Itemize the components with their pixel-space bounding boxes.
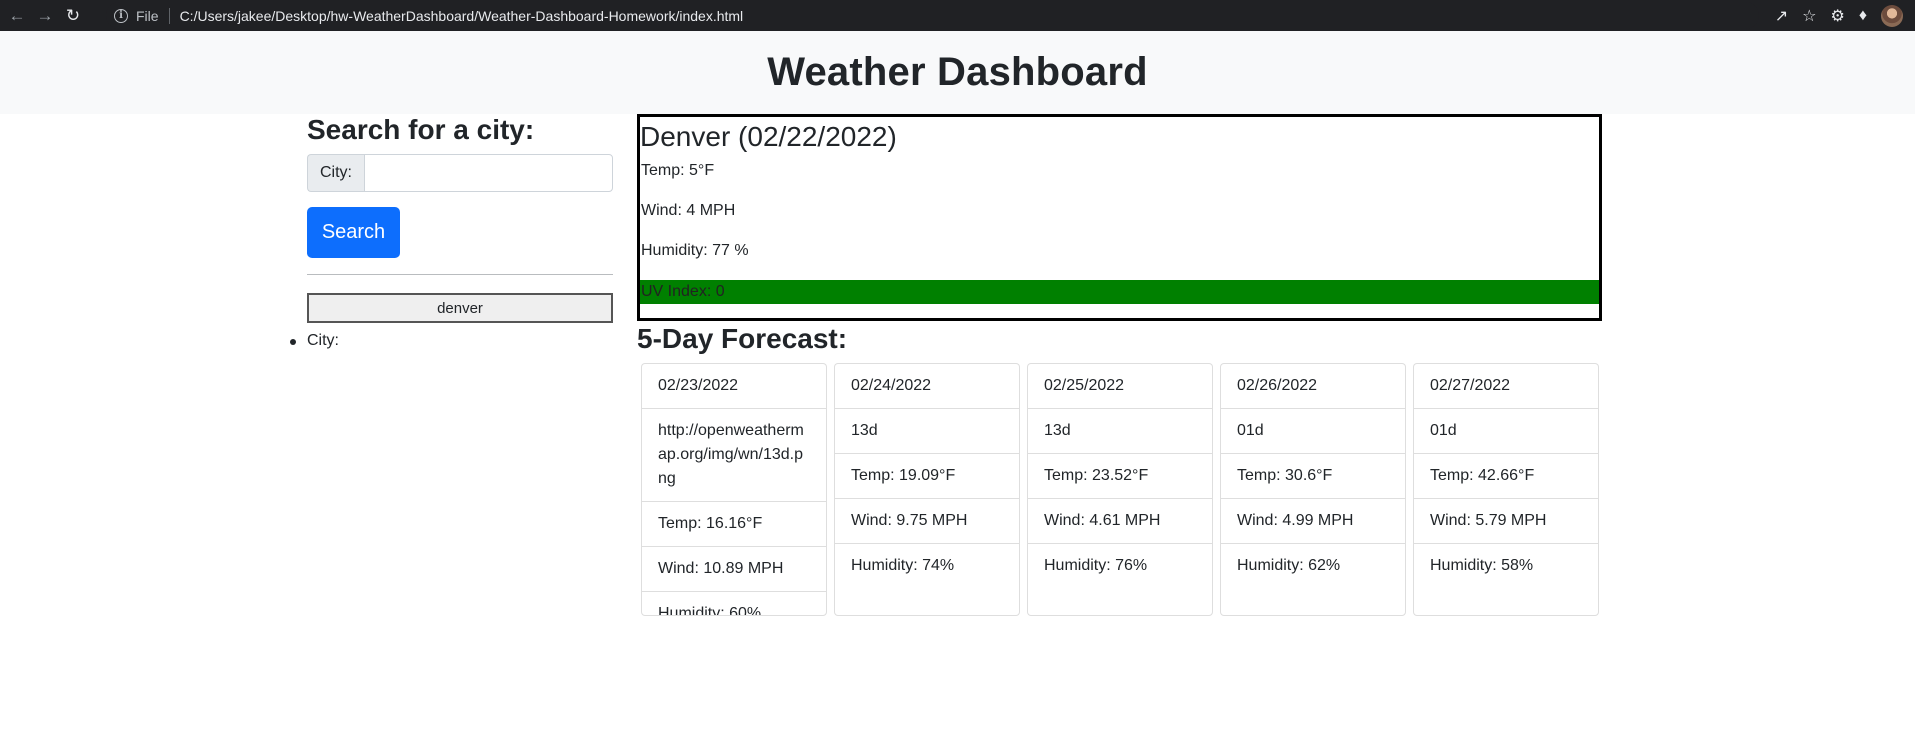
forward-icon[interactable]: → (34, 5, 56, 27)
city-search-input[interactable] (364, 154, 613, 192)
forecast-date: 02/25/2022 (1028, 364, 1212, 409)
forecast-card: 02/23/2022 http://openweathermap.org/img… (641, 363, 827, 616)
forecast-card: 02/27/2022 01d Temp: 42.66°F Wind: 5.79 … (1413, 363, 1599, 616)
forecast-humidity: Humidity: 58% (1430, 557, 1534, 574)
forecast-date: 02/26/2022 (1221, 364, 1405, 409)
forecast-date: 02/23/2022 (642, 364, 826, 409)
profile-avatar[interactable] (1881, 4, 1903, 27)
forecast-humidity: Humidity: 62% (1237, 557, 1341, 574)
forecast-temp: Temp: 23.52°F (1028, 454, 1212, 499)
forecast-card: 02/25/2022 13d Temp: 23.52°F Wind: 4.61 … (1027, 363, 1213, 616)
search-heading: Search for a city: (307, 114, 535, 145)
forecast-date: 02/27/2022 (1414, 364, 1598, 409)
forecast-humidity: Humidity: 76% (1044, 557, 1148, 574)
forecast-heading: 5-Day Forecast: (637, 323, 848, 354)
forecast-icon-text: 13d (835, 409, 1019, 454)
bookmark-star-icon[interactable]: ☆ (1802, 6, 1816, 26)
forecast-wind: Wind: 9.75 MPH (835, 499, 1019, 544)
info-icon[interactable]: i (114, 8, 128, 23)
search-panel: Search for a city: City: Search denver (307, 114, 613, 323)
share-icon[interactable]: ↗ (1775, 6, 1788, 26)
forecast-icon-text: 13d (1028, 409, 1212, 454)
forecast-icon-text: 01d (1414, 409, 1598, 454)
city-list: City: (290, 332, 339, 350)
city-input-label: City: (307, 154, 364, 192)
reload-icon[interactable]: ↻ (62, 5, 84, 27)
address-separator (168, 7, 170, 24)
forecast-temp: Temp: 19.09°F (835, 454, 1019, 499)
browser-actions: ↗ ☆ ⚙ ♦ (1775, 3, 1903, 28)
history-city-button[interactable]: denver (307, 293, 613, 323)
forecast-wind: Wind: 4.61 MPH (1028, 499, 1212, 544)
url-text[interactable]: C:/Users/jakee/Desktop/hw-WeatherDashboa… (180, 8, 744, 24)
forecast-card: 02/26/2022 01d Temp: 30.6°F Wind: 4.99 M… (1220, 363, 1406, 616)
forecast-card: 02/24/2022 13d Temp: 19.09°F Wind: 9.75 … (834, 363, 1020, 616)
extensions-puzzle-icon[interactable]: ♦ (1859, 7, 1867, 25)
list-item: City: (290, 332, 339, 349)
forecast-wind: Wind: 4.99 MPH (1221, 499, 1405, 544)
forecast-temp: Temp: 42.66°F (1414, 454, 1598, 499)
current-wind: Wind: 4 MPH (641, 202, 736, 219)
city-input-group: City: (307, 154, 613, 192)
forecast-humidity: Humidity: 60% (658, 605, 762, 616)
current-humidity: Humidity: 77 % (641, 242, 749, 259)
forecast-wind: Wind: 10.89 MPH (642, 547, 826, 592)
page-title: Weather Dashboard (767, 50, 1148, 94)
current-city-title: Denver (02/22/2022) (640, 121, 897, 152)
forecast-humidity: Humidity: 74% (851, 557, 955, 574)
address-bar[interactable]: i File C:/Users/jakee/Desktop/hw-Weather… (106, 2, 1759, 29)
forecast-temp: Temp: 30.6°F (1221, 454, 1405, 499)
divider (307, 274, 613, 275)
back-icon[interactable]: ← (6, 5, 28, 27)
forecast-wind: Wind: 5.79 MPH (1414, 499, 1598, 544)
extension-gear-icon[interactable]: ⚙ (1830, 6, 1844, 26)
page-header: Weather Dashboard (0, 31, 1915, 114)
forecast-temp: Temp: 16.16°F (642, 502, 826, 547)
search-button[interactable]: Search (307, 207, 400, 258)
uv-index-badge: UV Index: 0 (640, 280, 1599, 304)
forecast-row: 02/23/2022 http://openweathermap.org/img… (641, 363, 1599, 616)
browser-toolbar: ← → ↻ i File C:/Users/jakee/Desktop/hw-W… (0, 0, 1915, 31)
file-scheme-label: File (136, 7, 159, 24)
current-temp: Temp: 5°F (641, 162, 715, 179)
forecast-icon-text: http://openweathermap.org/img/wn/13d.png (642, 409, 826, 502)
forecast-icon-text: 01d (1221, 409, 1405, 454)
current-weather-card: Denver (02/22/2022) Temp: 5°F Wind: 4 MP… (637, 114, 1602, 321)
forecast-date: 02/24/2022 (835, 364, 1019, 409)
